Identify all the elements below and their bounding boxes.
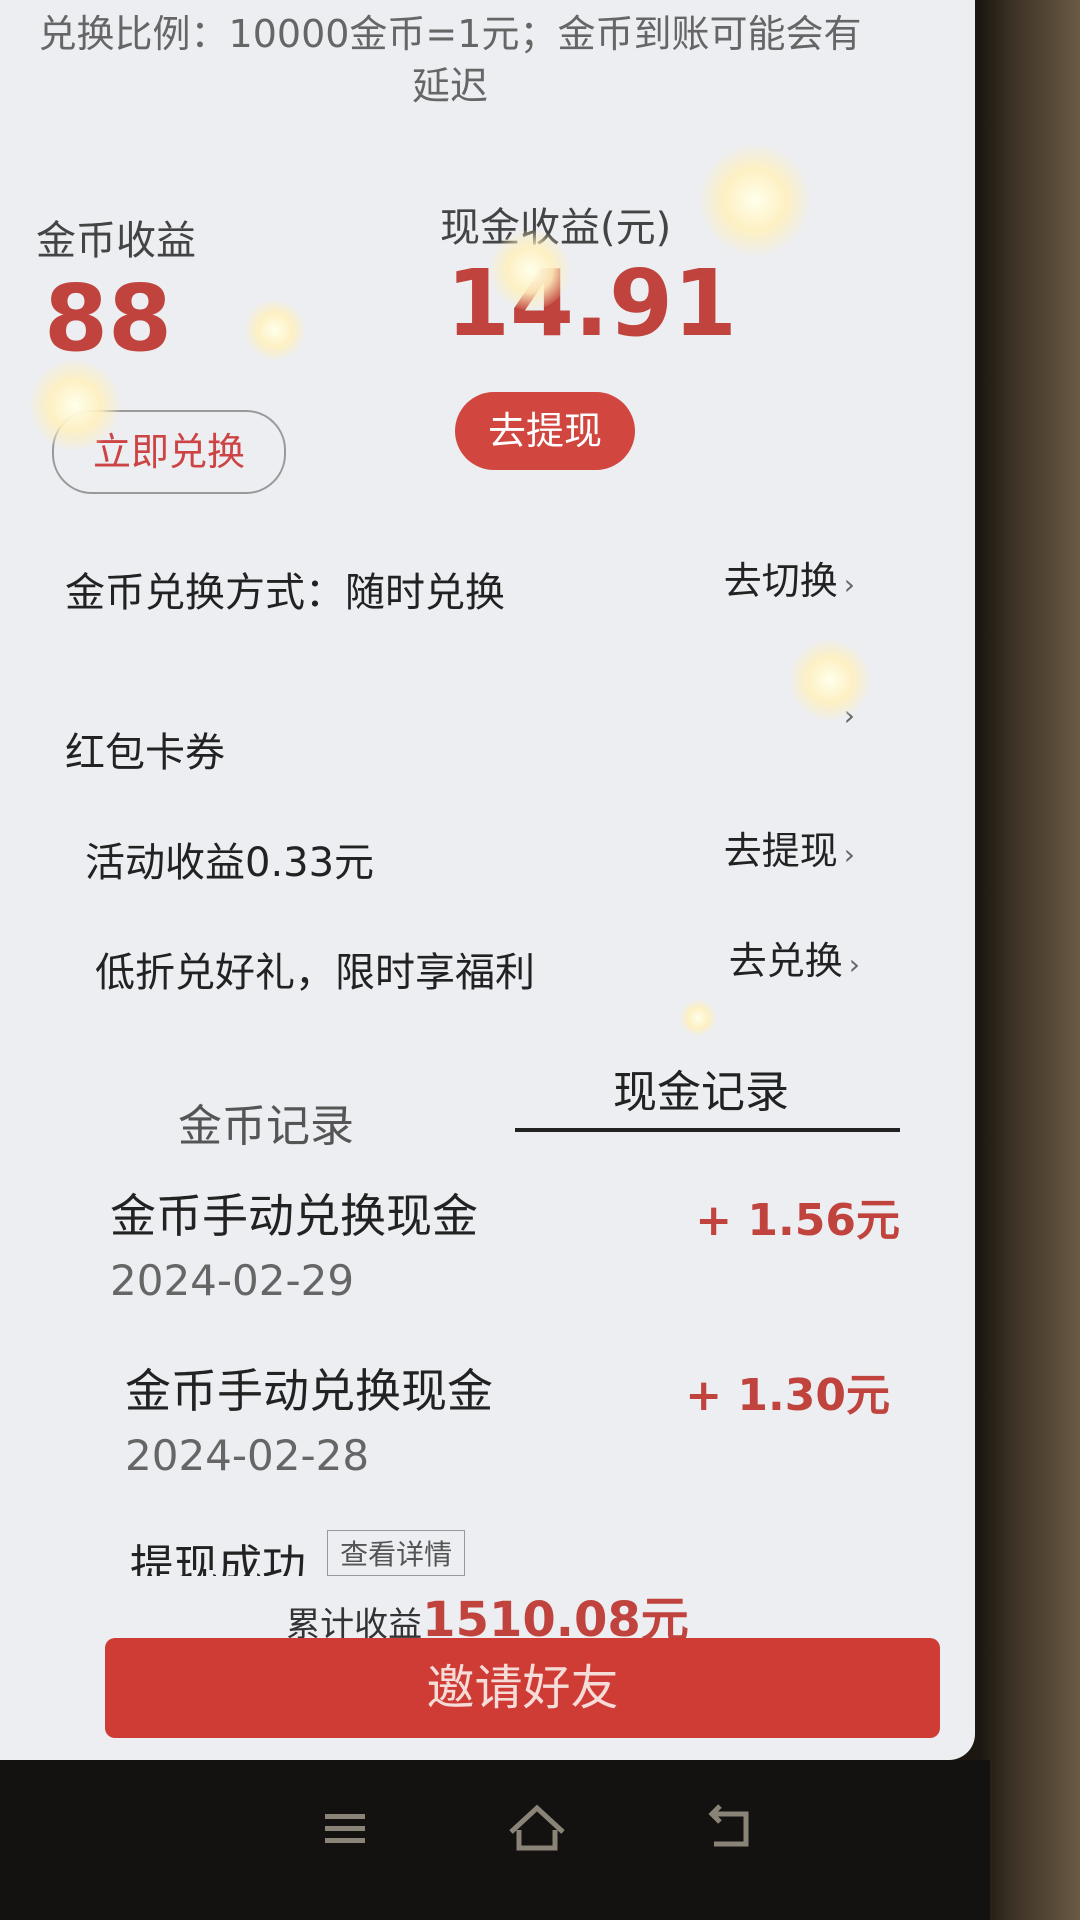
withdraw-success-title: 提现成功	[130, 1541, 306, 1576]
record-title: 金币手动兑换现金	[110, 1189, 478, 1243]
record-amount: + 1.30元	[685, 1370, 890, 1421]
switch-mode-link[interactable]: 去切换 ›	[724, 550, 855, 605]
withdraw-button[interactable]: 去提现	[455, 392, 635, 470]
chevron-right-icon: ›	[843, 838, 855, 871]
chevron-right-icon: ›	[848, 948, 860, 981]
discount-gift-text: 低折兑好礼，限时享福利	[95, 950, 535, 996]
app-screen: 兑换比例：10000金币=1元；金币到账可能会有 延迟 金币收益 88 立即兑换…	[0, 0, 975, 1760]
redeem-label: 去兑换	[728, 939, 843, 983]
record-date: 2024-02-29	[110, 1256, 355, 1305]
menu-icon[interactable]	[305, 1788, 385, 1868]
record-date: 2024-02-28	[125, 1431, 370, 1480]
glare-reflection	[245, 300, 305, 360]
coupon-row[interactable]: 红包卡券 ›	[65, 699, 855, 780]
active-tab-indicator	[515, 1128, 900, 1132]
system-navigation-bar	[0, 1760, 990, 1920]
coin-earnings-label: 金币收益	[36, 218, 196, 264]
cash-earnings-label: 现金收益(元)	[440, 205, 672, 251]
exchange-rate-notice: 兑换比例：10000金币=1元；金币到账可能会有 延迟	[0, 0, 900, 112]
record-amount: + 1.56元	[695, 1195, 900, 1246]
chevron-right-icon: ›	[843, 568, 855, 601]
switch-mode-label: 去切换	[723, 559, 838, 603]
tab-cash-records[interactable]: 现金记录	[613, 1056, 789, 1120]
chevron-right-icon: ›	[843, 699, 855, 732]
exchange-mode-text: 金币兑换方式：随时兑换	[65, 570, 505, 616]
invite-friends-button[interactable]: 邀请好友	[105, 1638, 940, 1738]
record-item: 金币手动兑换现金 2024-02-28 + 1.30元	[125, 1355, 890, 1505]
notice-line-1: 兑换比例：10000金币=1元；金币到账可能会有	[38, 12, 862, 56]
glare-reflection	[790, 640, 870, 720]
coin-earnings-value: 88	[44, 265, 173, 372]
record-tabs: 金币记录 现金记录	[100, 1050, 900, 1152]
phone-photo: 兑换比例：10000金币=1元；金币到账可能会有 延迟 金币收益 88 立即兑换…	[0, 0, 1080, 1920]
exchange-mode-row[interactable]: 金币兑换方式：随时兑换 去切换 ›	[65, 550, 855, 620]
notice-line-2: 延迟	[411, 64, 488, 108]
activity-earnings-text: 活动收益0.33元	[85, 840, 375, 886]
exchange-now-button[interactable]: 立即兑换	[52, 410, 286, 494]
discount-gift-row[interactable]: 低折兑好礼，限时享福利 去兑换 ›	[95, 930, 860, 1000]
home-icon[interactable]	[497, 1788, 577, 1868]
cash-earnings-value: 14.91	[446, 250, 738, 357]
redeem-link[interactable]: 去兑换 ›	[729, 930, 860, 985]
record-title: 金币手动兑换现金	[125, 1364, 493, 1418]
activity-withdraw-link[interactable]: 去提现 ›	[724, 820, 855, 875]
glare-reflection	[700, 145, 810, 255]
record-item-partial: 提现成功 查看详情	[130, 1530, 630, 1576]
glare-reflection	[680, 1000, 716, 1036]
activity-withdraw-label: 去提现	[723, 829, 838, 873]
activity-earnings-row[interactable]: 活动收益0.33元 去提现 ›	[85, 820, 855, 890]
coupon-text: 红包卡券	[65, 730, 225, 776]
tab-coin-records[interactable]: 金币记录	[178, 1090, 354, 1154]
back-icon[interactable]	[690, 1788, 770, 1868]
view-details-button[interactable]: 查看详情	[327, 1530, 466, 1576]
record-item: 金币手动兑换现金 2024-02-29 + 1.56元	[110, 1180, 900, 1330]
coupon-link[interactable]: ›	[838, 690, 855, 734]
